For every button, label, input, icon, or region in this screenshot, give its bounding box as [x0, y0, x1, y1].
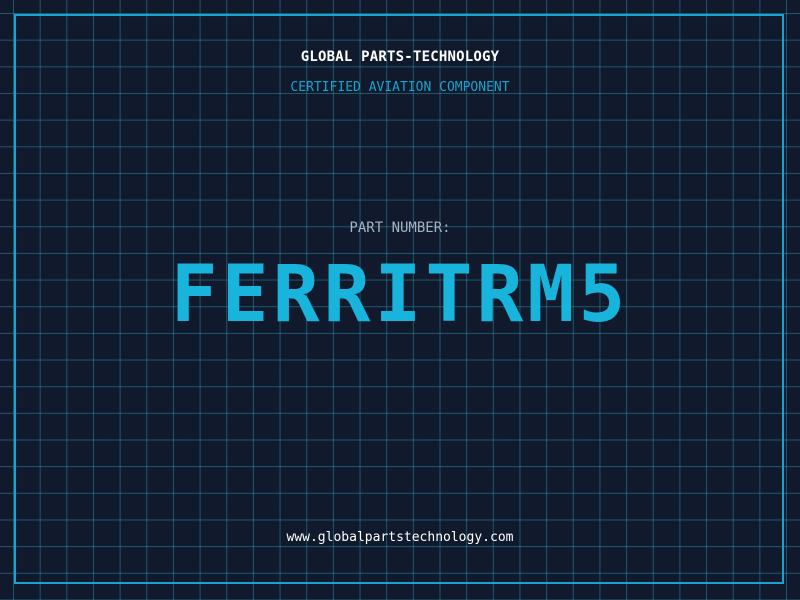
website-url: www.globalpartstechnology.com	[286, 530, 514, 545]
part-number-label: PART NUMBER:	[349, 220, 451, 236]
label-canvas: GLOBAL PARTS-TECHNOLOGY CERTIFIED AVIATI…	[0, 0, 800, 600]
part-number-value: FERRITRM5	[170, 250, 630, 340]
company-name: GLOBAL PARTS-TECHNOLOGY	[300, 49, 500, 65]
tagline: CERTIFIED AVIATION COMPONENT	[290, 80, 510, 95]
